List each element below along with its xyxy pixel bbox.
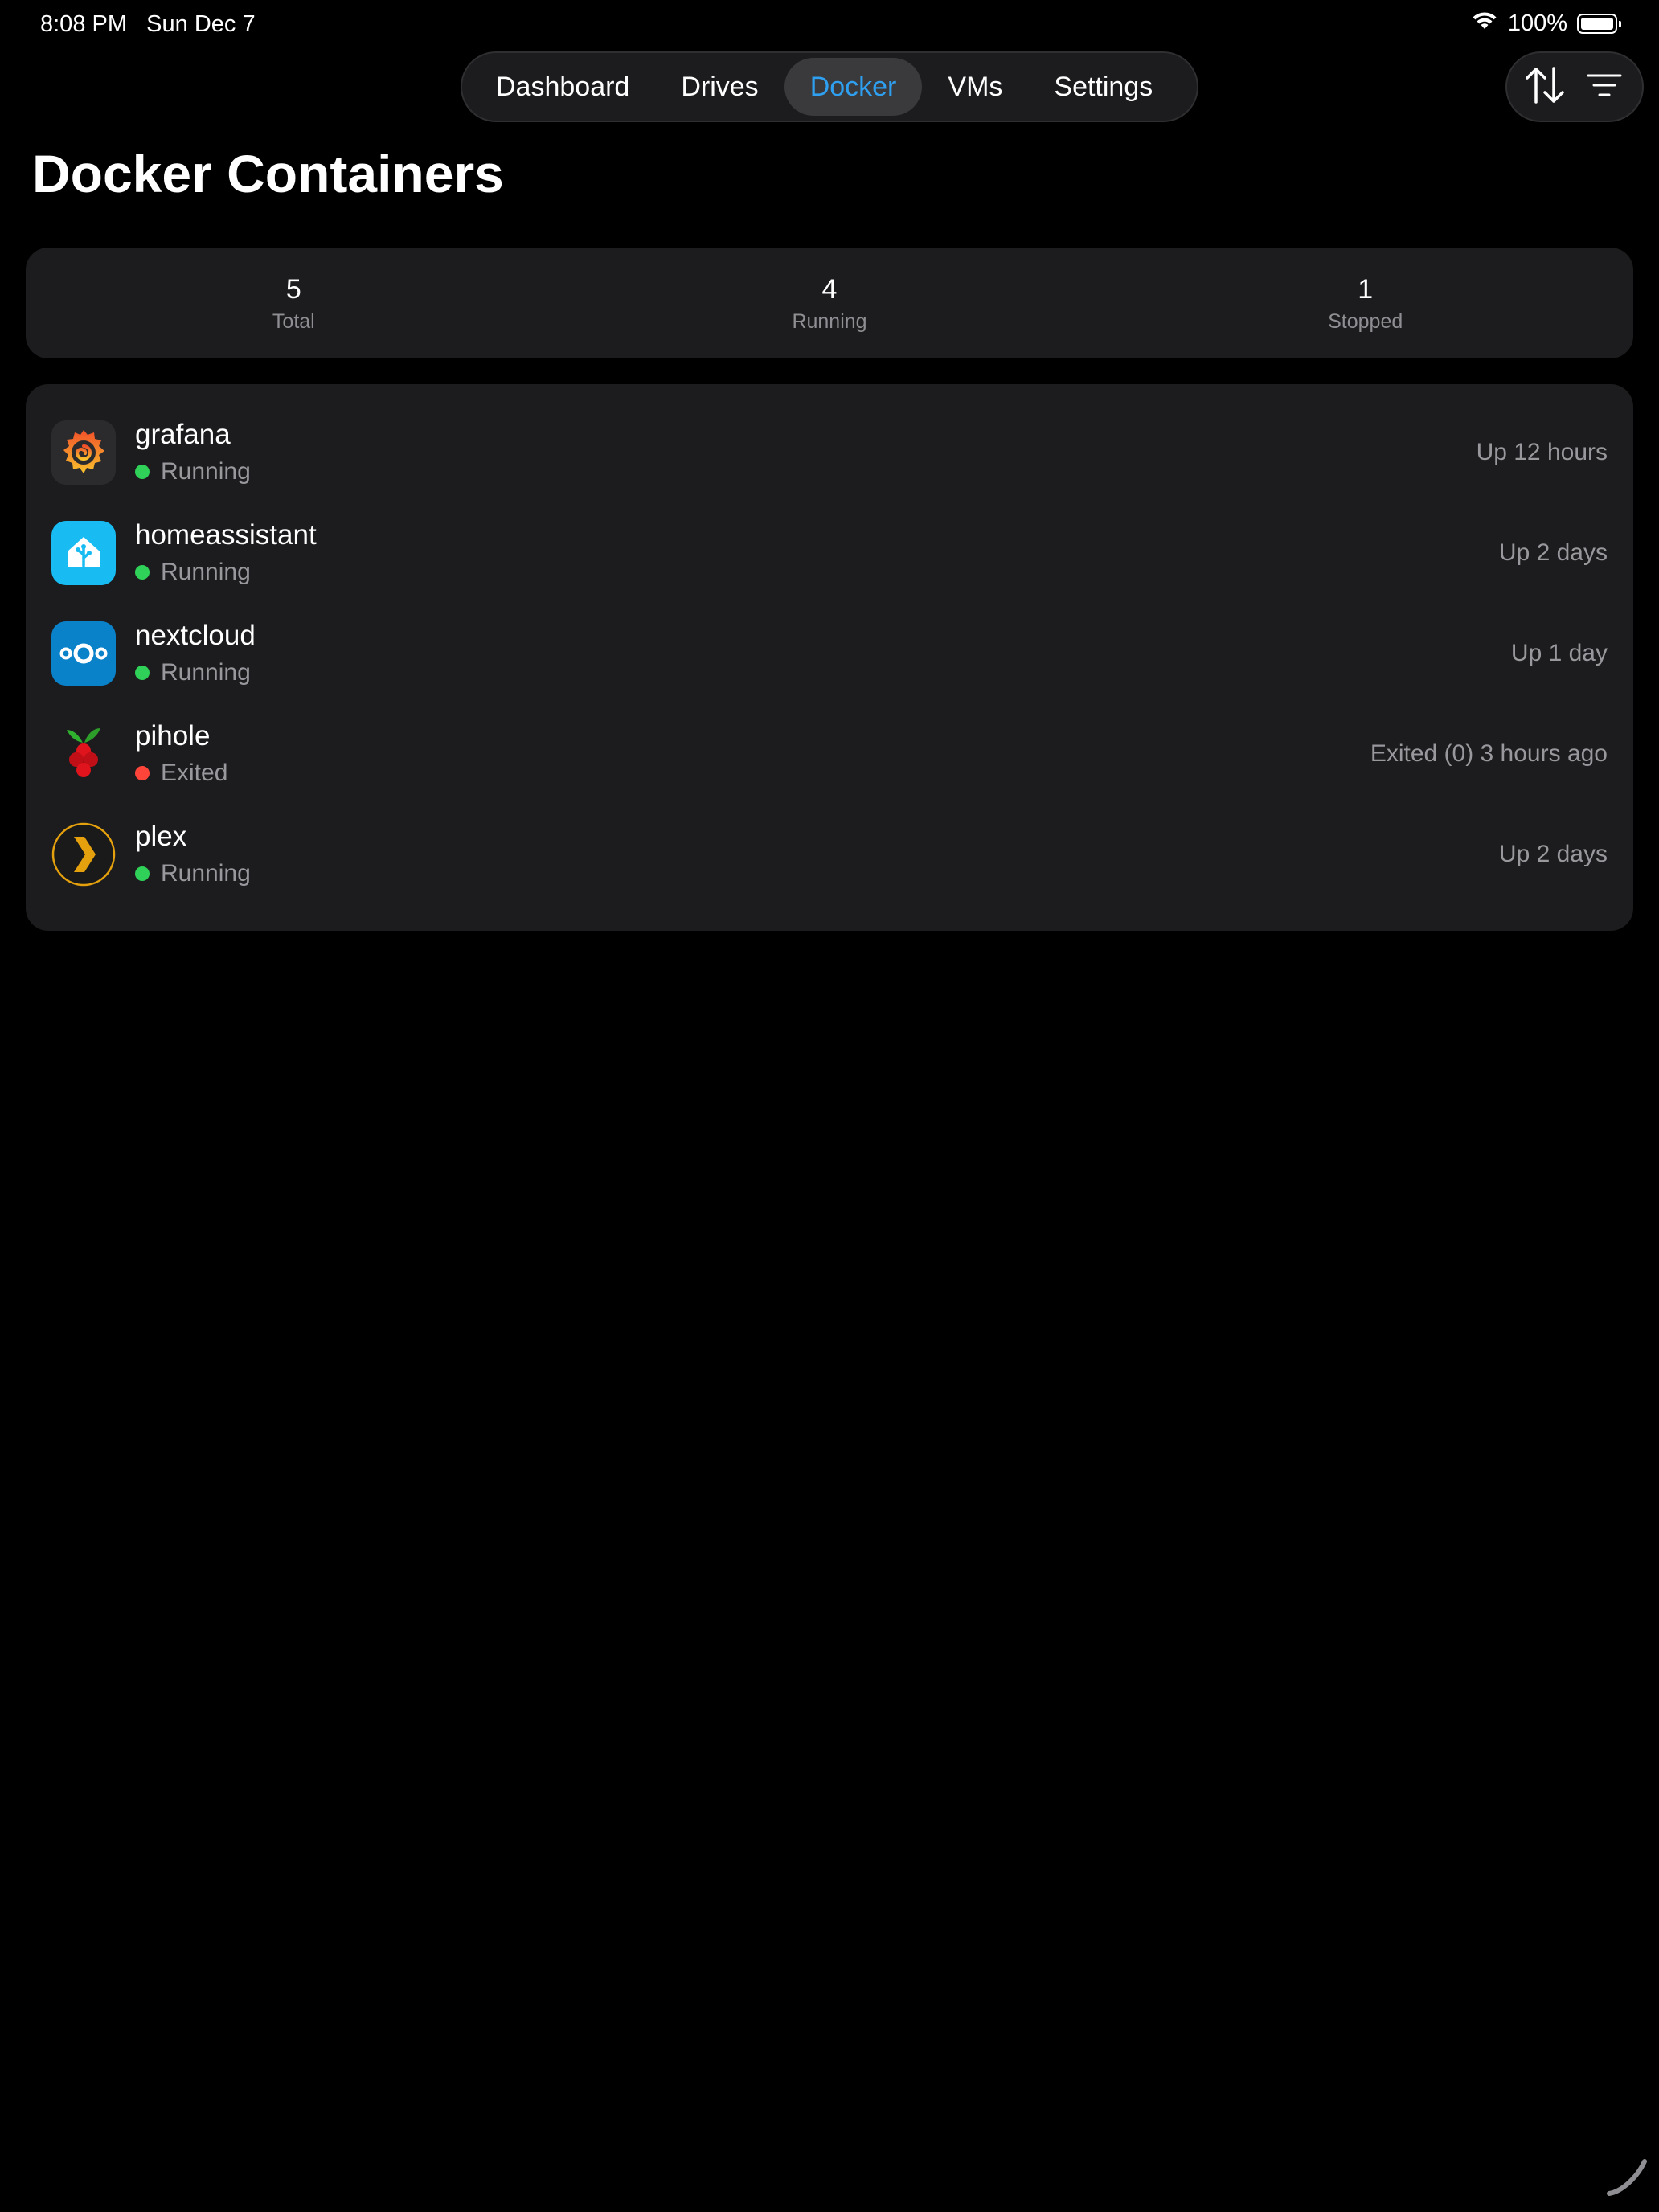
container-row-pihole[interactable]: pihole Exited Exited (0) 3 hours ago <box>26 703 1633 804</box>
container-status: Running <box>135 556 317 588</box>
grafana-icon <box>51 420 116 485</box>
status-dot-running <box>135 665 150 680</box>
summary-card: 5 Total 4 Running 1 Stopped <box>26 248 1633 358</box>
homeassistant-icon <box>51 520 116 585</box>
container-status: Running <box>135 858 251 890</box>
container-status: Exited <box>135 757 227 789</box>
filter-button[interactable] <box>1579 61 1630 113</box>
container-info: nextcloud Running <box>135 618 256 689</box>
summary-running-value: 4 <box>821 274 838 305</box>
container-info: plex Running <box>135 819 251 890</box>
container-name: homeassistant <box>135 518 317 551</box>
status-time: 8:08 PM <box>40 11 127 37</box>
tab-settings[interactable]: Settings <box>1028 58 1178 116</box>
container-row-grafana[interactable]: grafana Running Up 12 hours <box>26 402 1633 502</box>
status-dot-running <box>135 464 150 479</box>
battery-percent: 100% <box>1507 10 1567 36</box>
toolbar <box>1505 51 1644 122</box>
summary-total-label: Total <box>272 309 315 333</box>
status-text: Running <box>161 859 251 887</box>
tab-vms[interactable]: VMs <box>922 58 1028 116</box>
status-text: Exited <box>161 759 228 786</box>
summary-total: 5 Total <box>26 248 562 358</box>
summary-stopped-value: 1 <box>1358 274 1374 305</box>
status-dot-exited <box>135 765 150 780</box>
summary-running: 4 Running <box>562 248 1098 358</box>
pihole-icon <box>51 722 116 786</box>
container-uptime: Up 12 hours <box>1476 438 1608 465</box>
container-name: grafana <box>135 418 231 450</box>
container-status: Running <box>135 456 251 488</box>
container-info: pihole Exited <box>135 719 227 789</box>
container-uptime: Up 2 days <box>1498 840 1608 867</box>
container-row-plex[interactable]: plex Running Up 2 days <box>26 804 1633 904</box>
battery-icon <box>1577 13 1621 34</box>
status-bar-right: 100% <box>1471 10 1621 37</box>
tab-docker[interactable]: Docker <box>784 58 923 116</box>
status-dot-running <box>135 866 150 881</box>
status-text: Running <box>161 457 251 485</box>
container-name: plex <box>135 820 187 852</box>
corner-resize-icon <box>1603 2152 1651 2204</box>
container-info: grafana Running <box>135 417 251 488</box>
tab-drives[interactable]: Drives <box>655 58 784 116</box>
status-text: Running <box>161 558 251 585</box>
container-uptime: Up 2 days <box>1498 539 1608 566</box>
summary-stopped-label: Stopped <box>1328 309 1403 333</box>
container-name: pihole <box>135 719 211 752</box>
container-row-homeassistant[interactable]: homeassistant Running Up 2 days <box>26 502 1633 603</box>
status-text: Running <box>161 658 251 686</box>
sort-button[interactable] <box>1519 61 1571 113</box>
container-status: Running <box>135 657 256 689</box>
status-date: Sun Dec 7 <box>146 11 256 37</box>
nextcloud-icon <box>51 621 116 686</box>
plex-icon <box>51 822 116 887</box>
wifi-icon <box>1471 10 1498 37</box>
summary-total-value: 5 <box>285 274 301 305</box>
tab-dashboard[interactable]: Dashboard <box>470 58 655 116</box>
status-dot-running <box>135 564 150 580</box>
container-uptime: Exited (0) 3 hours ago <box>1370 739 1608 767</box>
page-title: Docker Containers <box>32 144 504 203</box>
summary-running-label: Running <box>792 309 867 333</box>
container-uptime: Up 1 day <box>1510 639 1608 666</box>
sort-arrows-icon <box>1523 65 1567 109</box>
container-name: nextcloud <box>135 619 256 651</box>
container-row-nextcloud[interactable]: nextcloud Running Up 1 day <box>26 603 1633 703</box>
filter-lines-icon <box>1587 72 1622 102</box>
status-bar-time: 8:08 PM Sun Dec 7 <box>40 11 256 38</box>
top-nav: Dashboard Drives Docker VMs Settings <box>461 51 1198 122</box>
container-list: grafana Running Up 12 hours homeassistan… <box>26 384 1633 931</box>
summary-stopped: 1 Stopped <box>1097 248 1633 358</box>
container-info: homeassistant Running <box>135 518 317 588</box>
